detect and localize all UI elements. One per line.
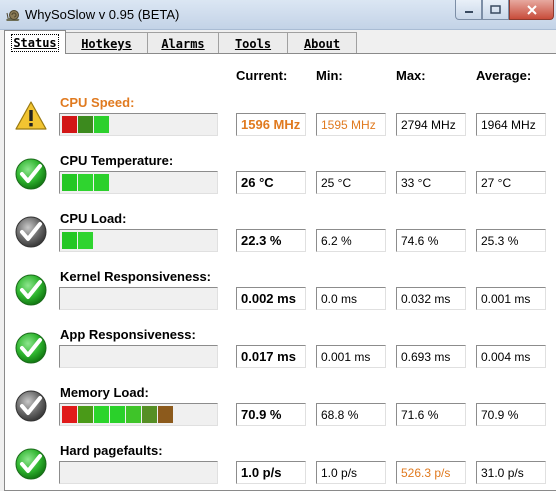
meter-segment — [142, 406, 157, 423]
close-button[interactable] — [509, 0, 554, 20]
tab-hotkeys-label: Hotkeys — [81, 36, 132, 51]
metric-average-value: 70.9 % — [476, 403, 546, 426]
metric-row: App Responsiveness: 0.017 ms 0.001 ms 0.693… — [5, 327, 556, 385]
metric-label: App Responsiveness: — [60, 327, 196, 342]
tab-tools-label: Tools — [234, 36, 272, 51]
metric-meter — [59, 171, 218, 194]
meter-segment — [126, 406, 141, 423]
tab-hotkeys[interactable]: Hotkeys — [65, 32, 148, 54]
meter-segment — [94, 406, 109, 423]
warning-icon — [14, 99, 48, 133]
metric-label: Hard pagefaults: — [60, 443, 163, 458]
metric-current-value: 22.3 % — [236, 229, 306, 252]
green-check-icon — [14, 157, 48, 191]
tab-about[interactable]: About — [287, 32, 357, 54]
metric-label: CPU Speed: — [60, 95, 135, 110]
metric-row: CPU Speed: 1596 MHz 1595 MHz 2794 MHz 1964 M… — [5, 95, 556, 153]
meter-segment — [158, 406, 173, 423]
main-window: Status Hotkeys Alarms Tools About Curren… — [0, 30, 556, 491]
title-bar: WhySoSlow v 0.95 (BETA) — [0, 0, 556, 30]
metric-meter — [59, 461, 218, 484]
meter-segment — [78, 232, 93, 249]
metric-row: Kernel Responsiveness: 0.002 ms 0.0 ms 0.03… — [5, 269, 556, 327]
green-check-icon — [14, 273, 48, 307]
window-controls — [455, 0, 554, 21]
metric-row: Hard pagefaults: 1.0 p/s 1.0 p/s 526.3 p/s 3… — [5, 443, 556, 491]
metric-average-value: 0.004 ms — [476, 345, 546, 368]
metric-average-value: 27 °C — [476, 171, 546, 194]
metric-max-value: 0.693 ms — [396, 345, 466, 368]
metric-max-value: 526.3 p/s — [396, 461, 466, 484]
metric-max-value: 71.6 % — [396, 403, 466, 426]
metric-label: CPU Load: — [60, 211, 127, 226]
maximize-button[interactable] — [482, 0, 509, 20]
gray-check-icon — [14, 215, 48, 249]
meter-segment — [62, 174, 77, 191]
metric-current-value: 26 °C — [236, 171, 306, 194]
meter-segment — [94, 174, 109, 191]
metric-average-value: 31.0 p/s — [476, 461, 546, 484]
metric-current-value: 0.002 ms — [236, 287, 306, 310]
metric-max-value: 0.032 ms — [396, 287, 466, 310]
tab-status-label: Status — [11, 33, 59, 52]
minimize-icon — [464, 10, 473, 13]
tab-strip: Status Hotkeys Alarms Tools About — [4, 30, 357, 54]
tab-tools[interactable]: Tools — [218, 32, 288, 54]
metric-label: Memory Load: — [60, 385, 149, 400]
meter-segment — [78, 406, 93, 423]
metric-current-value: 0.017 ms — [236, 345, 306, 368]
meter-segment — [62, 232, 77, 249]
metric-meter — [59, 229, 218, 252]
meter-segment — [78, 116, 93, 133]
gray-check-icon — [14, 389, 48, 423]
metric-current-value: 1.0 p/s — [236, 461, 306, 484]
tab-about-label: About — [303, 36, 341, 51]
metric-meter — [59, 287, 218, 310]
green-check-icon — [14, 331, 48, 365]
minimize-button[interactable] — [455, 0, 482, 20]
meter-segment — [78, 174, 93, 191]
metric-row: Memory Load: 70.9 % 68.8 % 71.6 % 70.9 % — [5, 385, 556, 443]
metric-min-value: 0.001 ms — [316, 345, 386, 368]
metric-row: CPU Load: 22.3 % 6.2 % 74.6 % 25.3 % — [5, 211, 556, 269]
metric-max-value: 33 °C — [396, 171, 466, 194]
header-current: Current: — [236, 68, 288, 83]
window-title: WhySoSlow v 0.95 (BETA) — [25, 7, 180, 22]
metric-min-value: 1.0 p/s — [316, 461, 386, 484]
metric-current-value: 70.9 % — [236, 403, 306, 426]
metric-row: CPU Temperature: 26 °C 25 °C 33 °C 27 °C — [5, 153, 556, 211]
green-check-icon — [14, 447, 48, 481]
meter-segment — [62, 406, 77, 423]
metric-label: CPU Temperature: — [60, 153, 174, 168]
metric-average-value: 25.3 % — [476, 229, 546, 252]
meter-segment — [62, 116, 77, 133]
tab-alarms-label: Alarms — [161, 36, 205, 51]
status-panel: Current: Min: Max: Average: CPU Speed: 15… — [4, 53, 556, 491]
metric-min-value: 0.0 ms — [316, 287, 386, 310]
close-icon — [526, 4, 537, 15]
metric-max-value: 74.6 % — [396, 229, 466, 252]
metric-current-value: 1596 MHz — [236, 113, 306, 136]
meter-segment — [110, 406, 125, 423]
maximize-icon — [490, 5, 501, 14]
metric-average-value: 1964 MHz — [476, 113, 546, 136]
tab-status[interactable]: Status — [4, 30, 66, 54]
snail-app-icon — [6, 10, 20, 21]
metric-min-value: 1595 MHz — [316, 113, 386, 136]
metric-average-value: 0.001 ms — [476, 287, 546, 310]
meter-segment — [94, 116, 109, 133]
metric-min-value: 6.2 % — [316, 229, 386, 252]
metric-meter — [59, 403, 218, 426]
tab-alarms[interactable]: Alarms — [147, 32, 219, 54]
metric-min-value: 68.8 % — [316, 403, 386, 426]
metric-meter — [59, 345, 218, 368]
metric-min-value: 25 °C — [316, 171, 386, 194]
header-min: Min: — [316, 68, 343, 83]
metric-label: Kernel Responsiveness: — [60, 269, 212, 284]
header-average: Average: — [476, 68, 532, 83]
metric-meter — [59, 113, 218, 136]
metric-max-value: 2794 MHz — [396, 113, 466, 136]
header-max: Max: — [396, 68, 426, 83]
